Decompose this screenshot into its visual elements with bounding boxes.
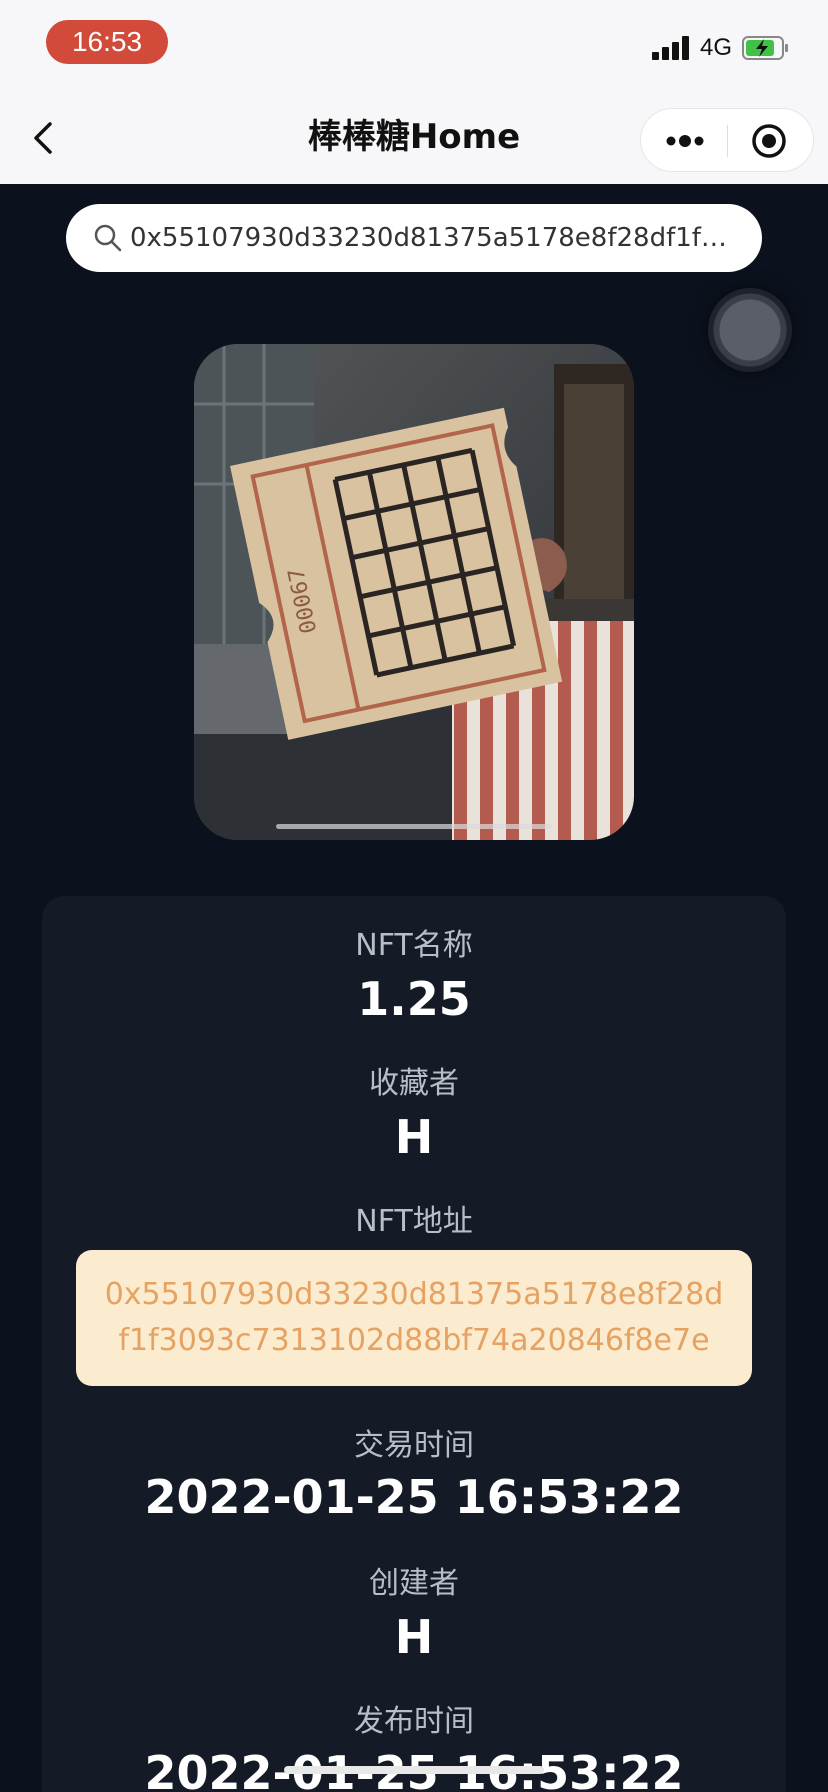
nft-image: 00067 xyxy=(194,344,634,840)
capsule-divider xyxy=(727,125,728,157)
search-value[interactable]: 0x55107930d33230d81375a5178e8f28df1f3093… xyxy=(130,204,742,272)
nft-address-label: NFT地址 xyxy=(355,1204,473,1239)
home-indicator xyxy=(284,1766,544,1774)
owner-label: 收藏者 xyxy=(369,1066,459,1101)
search-icon xyxy=(94,224,122,252)
nav-bar: 棒棒糖Home xyxy=(0,90,828,184)
nft-address-value[interactable]: 0x55107930d33230d81375a5178e8f28df1f3093… xyxy=(76,1250,752,1386)
nft-name-label: NFT名称 xyxy=(355,928,473,963)
more-icon[interactable] xyxy=(641,109,727,173)
floating-action-button[interactable] xyxy=(708,288,792,372)
status-time: 16:53 xyxy=(46,20,168,64)
network-label: 4G xyxy=(700,34,733,61)
image-scroll-indicator xyxy=(276,824,552,829)
publish-time-label: 发布时间 xyxy=(354,1704,474,1739)
owner-value: H xyxy=(394,1110,434,1164)
nft-name-value: 1.25 xyxy=(357,972,471,1026)
trade-time-value: 2022-01-25 16:53:22 xyxy=(144,1470,684,1524)
ticket-illustration: 00067 xyxy=(194,344,634,840)
creator-value: H xyxy=(394,1610,434,1664)
search-input[interactable]: 0x55107930d33230d81375a5178e8f28df1f3093… xyxy=(66,204,762,272)
battery-icon xyxy=(742,36,788,60)
nft-detail-card: NFT名称 1.25 收藏者 H NFT地址 0x55107930d33230d… xyxy=(42,896,786,1792)
signal-icon xyxy=(652,36,692,60)
status-bar: 16:53 4G xyxy=(0,0,828,90)
mini-program-capsule xyxy=(640,108,814,172)
creator-label: 创建者 xyxy=(369,1566,459,1601)
close-target-icon[interactable] xyxy=(729,109,815,173)
trade-time-label: 交易时间 xyxy=(354,1428,474,1463)
